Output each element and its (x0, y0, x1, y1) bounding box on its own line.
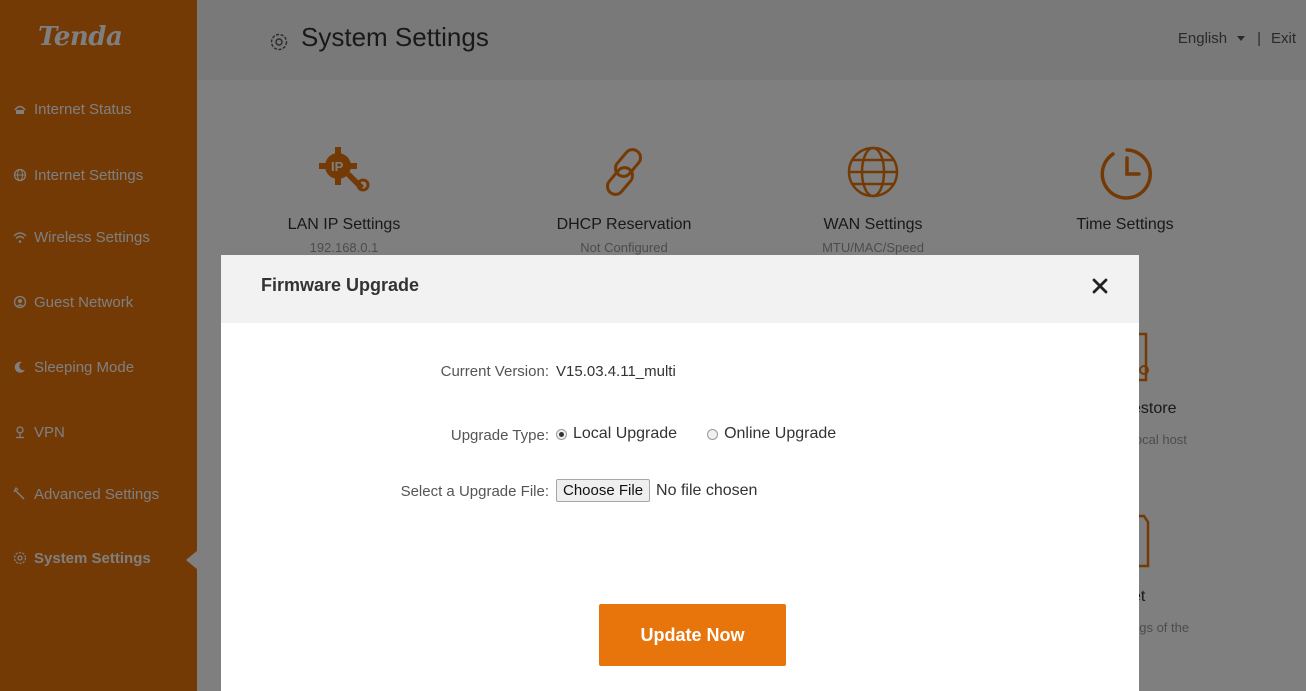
radio-online-upgrade[interactable]: Online Upgrade (707, 425, 836, 443)
file-status: No file chosen (656, 481, 758, 499)
radio-button-checked[interactable] (556, 428, 567, 440)
radio-label: Local Upgrade (573, 425, 678, 442)
modal-header: Firmware Upgrade (221, 255, 1139, 323)
select-file-label: Select a Upgrade File: (400, 483, 549, 500)
firmware-upgrade-dialog: Firmware Upgrade Current Version: V15.03… (221, 255, 1139, 691)
update-now-button[interactable]: Update Now (599, 604, 786, 666)
close-icon[interactable] (1091, 277, 1109, 295)
radio-label: Online Upgrade (724, 425, 837, 442)
modal-title: Firmware Upgrade (261, 275, 420, 295)
current-version-label: Current Version: (440, 363, 549, 380)
radio-button[interactable] (707, 428, 719, 440)
current-version-value: V15.03.4.11_multi (556, 363, 676, 380)
choose-file-button[interactable]: Choose File (556, 479, 651, 502)
file-input: Choose File No file chosen (556, 479, 757, 502)
upgrade-type-label: Upgrade Type: (450, 427, 549, 444)
upgrade-type-options: Local Upgrade Online Upgrade (556, 425, 866, 443)
radio-local-upgrade[interactable]: Local Upgrade (556, 425, 677, 443)
